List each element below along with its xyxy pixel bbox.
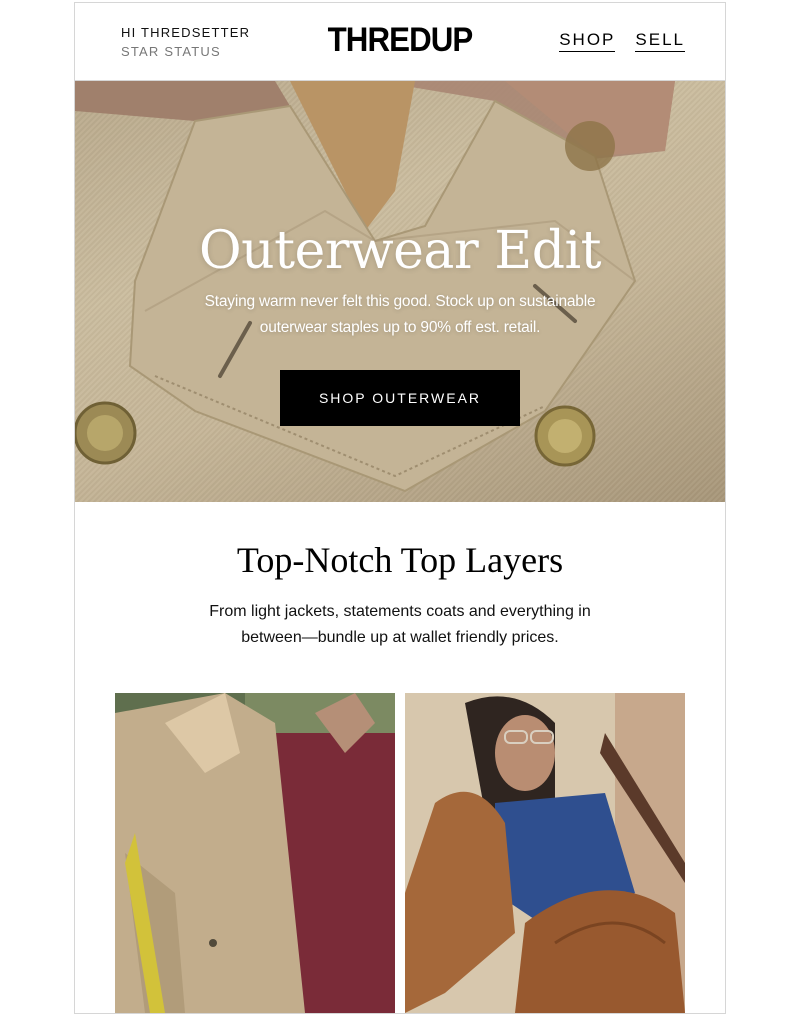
section-subtitle: From light jackets, statements coats and…: [209, 603, 591, 646]
product-photo-grid: [115, 693, 685, 1013]
hero-title: Outerwear Edit: [198, 221, 602, 281]
shop-outerwear-button[interactable]: SHOP OUTERWEAR: [280, 370, 520, 426]
hero-banner[interactable]: Outerwear Edit Staying warm never felt t…: [75, 81, 725, 502]
trench-coat-photo[interactable]: [115, 693, 395, 1013]
section-title: Top-Notch Top Layers: [236, 540, 564, 580]
puffer-jacket-photo[interactable]: [405, 693, 685, 1013]
puffer-jacket-image: [405, 693, 685, 1013]
email-frame: HI THREDSETTER STAR STATUS THREDUP SHOP …: [74, 2, 726, 1014]
hero-subtitle: Staying warm never felt this good. Stock…: [204, 293, 596, 336]
trench-coat-image: [115, 693, 395, 1013]
nav-sell-link[interactable]: SELL: [635, 30, 685, 52]
email-header: HI THREDSETTER STAR STATUS THREDUP SHOP …: [75, 3, 725, 81]
header-nav: SHOP SELL: [559, 30, 685, 52]
nav-shop-link[interactable]: SHOP: [559, 30, 616, 52]
